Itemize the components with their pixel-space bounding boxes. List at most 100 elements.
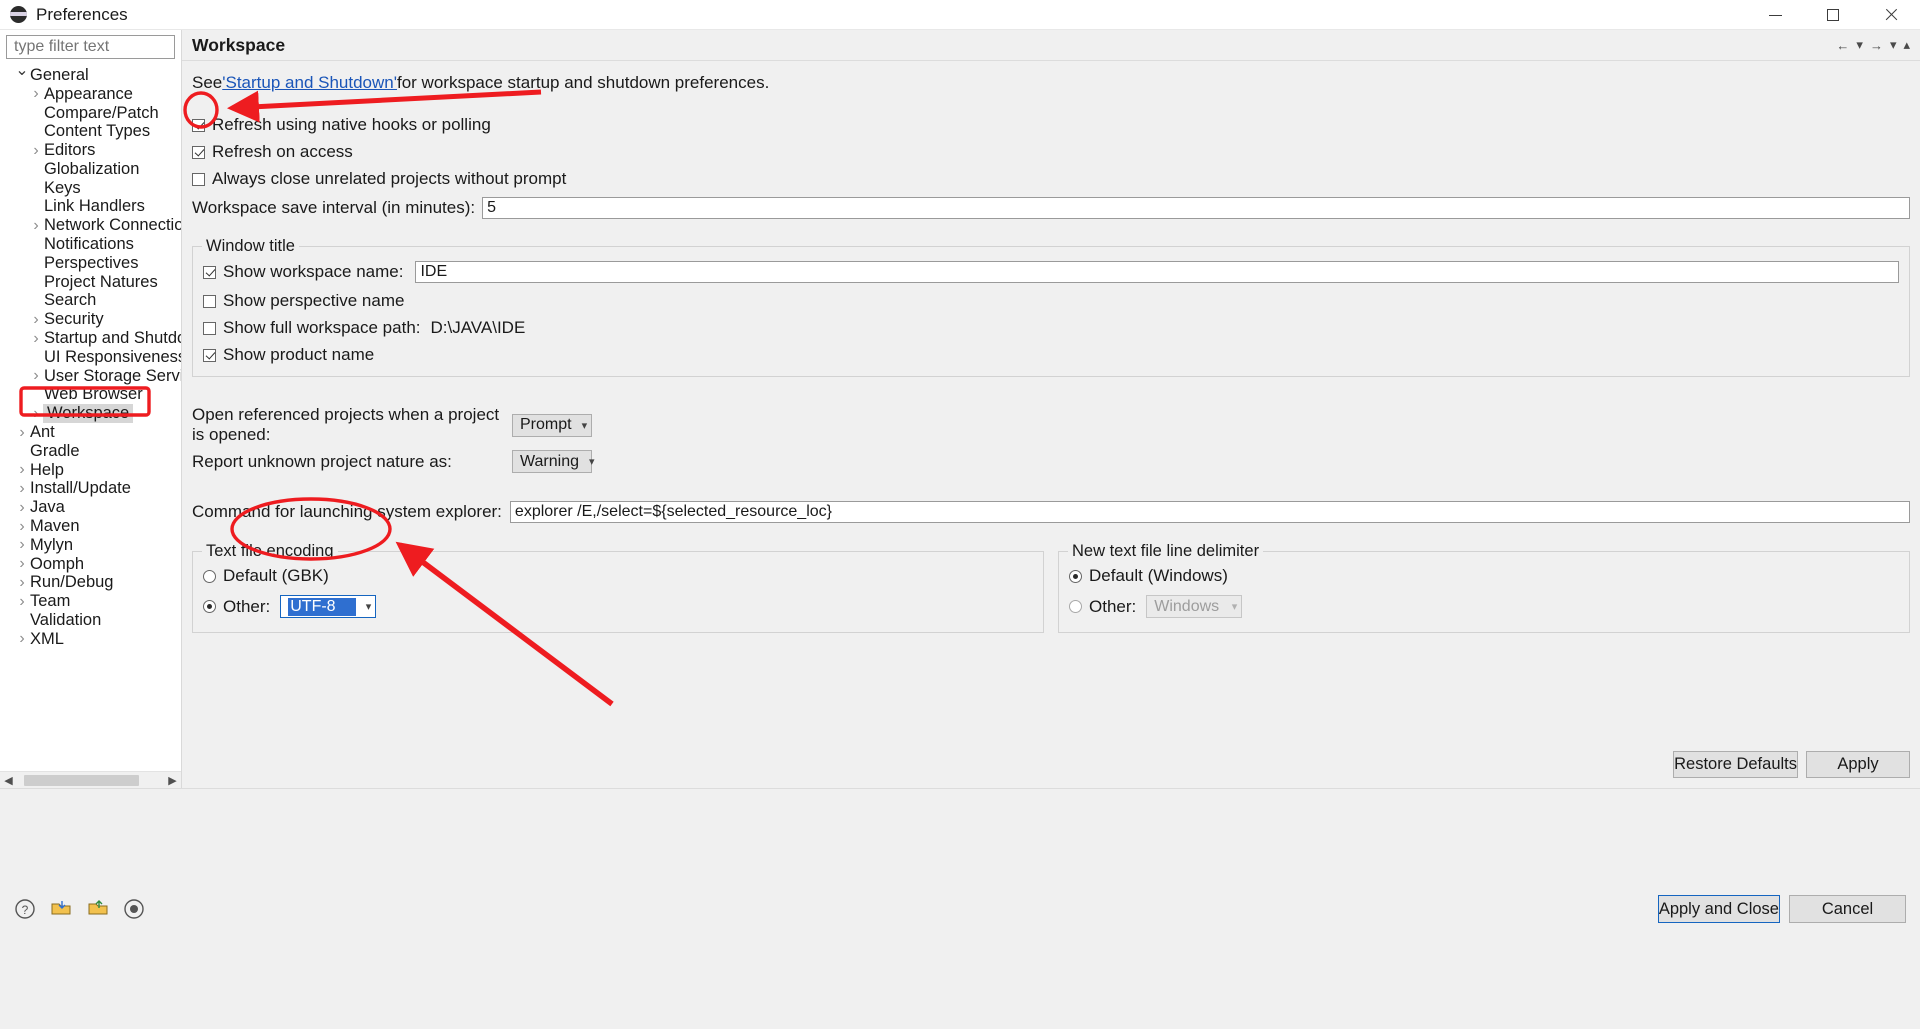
- sidebar-item-install-update[interactable]: › Install/Update: [0, 479, 181, 499]
- open-referenced-projects-combo[interactable]: Prompt ▾: [512, 413, 592, 437]
- show-product-name-row[interactable]: Show product name: [203, 345, 1899, 365]
- workspace-name-input[interactable]: IDE: [415, 261, 1899, 283]
- help-question-icon[interactable]: ?: [14, 898, 36, 920]
- apply-and-close-button[interactable]: Apply and Close: [1657, 895, 1780, 923]
- startup-and-shutdown-link[interactable]: 'Startup and Shutdown': [222, 73, 397, 93]
- save-interval-input[interactable]: 5: [482, 197, 1910, 219]
- maximize-button[interactable]: [1804, 0, 1862, 30]
- chevron-down-icon[interactable]: ⌄: [14, 65, 30, 79]
- chevron-right-icon[interactable]: ›: [14, 537, 30, 553]
- collapse-icon[interactable]: ▴: [1901, 37, 1912, 53]
- back-icon[interactable]: ←: [1834, 38, 1851, 53]
- chevron-right-icon[interactable]: ›: [14, 462, 30, 478]
- close-unrelated-projects-checkbox[interactable]: [192, 172, 205, 186]
- delimiter-other-row[interactable]: Other: Windows ▾: [1069, 595, 1899, 618]
- sidebar-item-gradle[interactable]: Gradle: [0, 442, 181, 461]
- show-perspective-name-row[interactable]: Show perspective name: [203, 291, 1899, 311]
- forward-icon[interactable]: →: [1868, 38, 1885, 53]
- sidebar-item-network-connections[interactable]: ›Network Connections: [0, 216, 181, 235]
- cancel-button[interactable]: Cancel: [1789, 895, 1906, 923]
- sidebar-item-run-debug[interactable]: › Run/Debug: [0, 573, 181, 593]
- sidebar-item-keys[interactable]: Keys: [0, 179, 181, 198]
- sidebar-item-ant[interactable]: › Ant: [0, 423, 181, 442]
- sidebar-item-content-types[interactable]: Content Types: [0, 122, 181, 141]
- back-menu-icon[interactable]: ▾: [1854, 37, 1865, 53]
- explorer-command-input[interactable]: explorer /E,/select=${selected_resource_…: [509, 501, 1910, 523]
- sidebar-item-xml[interactable]: › XML: [0, 630, 181, 649]
- encoding-other-combo[interactable]: UTF-8 ▾: [280, 595, 377, 618]
- chevron-right-icon[interactable]: ›: [28, 217, 44, 234]
- apply-button[interactable]: Apply: [1806, 751, 1910, 778]
- sidebar-item-help[interactable]: › Help: [0, 461, 181, 480]
- sidebar-item-workspace[interactable]: › Workspace: [0, 404, 181, 424]
- sidebar-item-maven[interactable]: › Maven: [0, 517, 181, 536]
- chevron-right-icon[interactable]: ›: [28, 405, 44, 422]
- sidebar-item-editors[interactable]: › Editors: [0, 141, 181, 160]
- sidebar-item-general[interactable]: ⌄ General: [0, 65, 181, 85]
- sidebar-item-project-natures[interactable]: Project Natures: [0, 273, 181, 292]
- refresh-on-access-row[interactable]: Refresh on access: [192, 142, 1910, 162]
- chevron-right-icon[interactable]: ›: [14, 593, 30, 610]
- chevron-right-icon[interactable]: ›: [28, 368, 44, 384]
- sidebar-item-appearance[interactable]: › Appearance: [0, 85, 181, 104]
- show-full-workspace-path-checkbox[interactable]: [203, 321, 216, 335]
- delimiter-other-radio[interactable]: [1069, 600, 1082, 613]
- forward-menu-icon[interactable]: ▾: [1888, 37, 1899, 53]
- sidebar-item-compare-patch[interactable]: Compare/Patch: [0, 104, 181, 123]
- show-product-name-checkbox[interactable]: [203, 348, 216, 362]
- encoding-default-radio[interactable]: [203, 569, 216, 583]
- sidebar-item-java[interactable]: › Java: [0, 498, 181, 517]
- filter-box[interactable]: [6, 35, 175, 59]
- refresh-on-access-checkbox[interactable]: [192, 145, 205, 159]
- chevron-right-icon[interactable]: ›: [28, 142, 44, 159]
- sidebar-item-user-storage-service[interactable]: ›User Storage Service: [0, 367, 181, 386]
- chevron-right-icon[interactable]: ›: [28, 86, 44, 102]
- chevron-right-icon[interactable]: ›: [28, 330, 44, 347]
- report-nature-combo[interactable]: Warning ▾: [512, 450, 595, 473]
- sidebar-item-startup-and-shutdown[interactable]: ›Startup and Shutdown: [0, 329, 181, 348]
- search-input[interactable]: [12, 37, 169, 57]
- encoding-default-row[interactable]: Default (GBK): [203, 566, 1033, 586]
- delimiter-default-radio[interactable]: [1069, 569, 1082, 583]
- sidebar-item-web-browser[interactable]: Web Browser: [0, 385, 181, 405]
- scrollbar-thumb[interactable]: [24, 774, 139, 786]
- close-unrelated-projects-row[interactable]: Always close unrelated projects without …: [192, 169, 1910, 189]
- sidebar-item-perspectives[interactable]: Perspectives: [0, 254, 181, 273]
- sidebar-item-oomph[interactable]: › Oomph: [0, 555, 181, 574]
- chevron-right-icon[interactable]: ›: [14, 556, 30, 572]
- show-workspace-name-row[interactable]: Show workspace name: IDE: [203, 261, 1899, 283]
- chevron-right-icon[interactable]: ›: [28, 311, 44, 328]
- chevron-right-icon[interactable]: ›: [14, 518, 30, 535]
- encoding-other-row[interactable]: Other: UTF-8 ▾: [203, 595, 1033, 618]
- preferences-tree[interactable]: ⌄ General › Appearance Compare/Patch Content …: [0, 65, 181, 771]
- close-button[interactable]: [1862, 0, 1920, 30]
- scroll-right-icon[interactable]: ▶: [164, 774, 181, 787]
- sidebar-item-search[interactable]: Search: [0, 291, 181, 311]
- sidebar-item-security[interactable]: › Security: [0, 310, 181, 329]
- sidebar-item-ui-responsiveness-mo[interactable]: UI Responsiveness Mo: [0, 348, 181, 367]
- sidebar-item-globalization[interactable]: Globalization: [0, 160, 181, 179]
- refresh-native-hooks-checkbox[interactable]: [192, 118, 205, 132]
- refresh-native-hooks-row[interactable]: Refresh using native hooks or polling: [192, 115, 1910, 135]
- delimiter-default-row[interactable]: Default (Windows): [1069, 566, 1899, 586]
- show-perspective-name-checkbox[interactable]: [203, 294, 216, 308]
- import-icon[interactable]: [49, 898, 73, 920]
- chevron-right-icon[interactable]: ›: [14, 574, 30, 591]
- chevron-right-icon[interactable]: ›: [14, 499, 30, 516]
- sidebar-item-team[interactable]: › Team: [0, 592, 181, 611]
- encoding-other-radio[interactable]: [203, 600, 216, 613]
- sidebar-horizontal-scrollbar[interactable]: ◀ ▶: [0, 771, 181, 788]
- record-icon[interactable]: [123, 898, 145, 920]
- sidebar-item-link-handlers[interactable]: Link Handlers: [0, 197, 181, 217]
- sidebar-item-mylyn[interactable]: › Mylyn: [0, 536, 181, 555]
- minimize-button[interactable]: [1746, 0, 1804, 30]
- export-icon[interactable]: [86, 898, 110, 920]
- show-full-workspace-path-row[interactable]: Show full workspace path: D:\JAVA\IDE: [203, 318, 1899, 338]
- chevron-right-icon[interactable]: ›: [14, 424, 30, 441]
- show-workspace-name-checkbox[interactable]: [203, 265, 216, 279]
- restore-defaults-button[interactable]: Restore Defaults: [1673, 751, 1798, 778]
- chevron-right-icon[interactable]: ›: [14, 631, 30, 647]
- sidebar-item-validation[interactable]: Validation: [0, 611, 181, 630]
- sidebar-item-notifications[interactable]: Notifications: [0, 235, 181, 254]
- scroll-left-icon[interactable]: ◀: [0, 774, 17, 787]
